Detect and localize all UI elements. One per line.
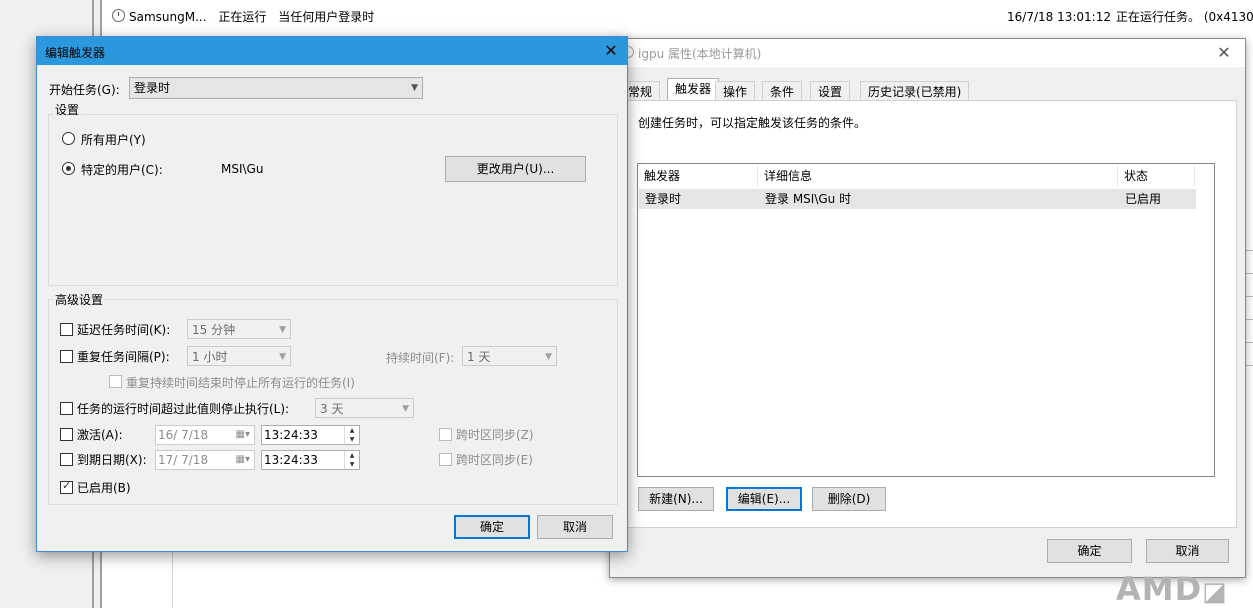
- tab-settings[interactable]: 设置: [810, 81, 851, 102]
- sync-timezone-a-label: 跨时区同步(Z): [456, 428, 534, 442]
- repeat-checkbox[interactable]: [60, 350, 73, 363]
- advanced-group-label: 高级设置: [53, 291, 106, 308]
- stop-repeat-label: 重复持续时间结束时停止所有运行的任务(I): [126, 376, 355, 390]
- details-cell: 登录 MSI\Gu 时: [765, 192, 852, 206]
- task-list-row[interactable]: SamsungM... 正在运行 当任何用户登录时: [112, 8, 374, 26]
- activate-date-value: 16/ 7/18: [158, 428, 209, 442]
- stop-longer-select[interactable]: 3 天 ▼: [315, 398, 414, 418]
- expire-checkbox[interactable]: [60, 453, 73, 466]
- stop-longer-label: 任务的运行时间超过此值则停止执行(L):: [77, 402, 290, 416]
- dialog-ok-button[interactable]: 确定: [454, 515, 530, 539]
- expire-date-value: 17/ 7/18: [158, 453, 209, 467]
- begin-task-label: 开始任务(G):: [49, 83, 120, 97]
- calendar-icon[interactable]: ▦▾: [236, 426, 250, 444]
- tab-history[interactable]: 历史记录(已禁用): [860, 81, 970, 102]
- delay-value: 15 分钟: [192, 323, 236, 337]
- delay-select[interactable]: 15 分钟 ▼: [187, 319, 291, 339]
- sync-timezone-e-label: 跨时区同步(E): [456, 453, 533, 467]
- stop-longer-value: 3 天: [320, 402, 344, 416]
- expire-time-input[interactable]: 13:24:33 ▲ ▼: [261, 450, 360, 470]
- activate-label: 激活(A):: [77, 428, 123, 442]
- repeat-label: 重复任务间隔(P):: [77, 350, 170, 364]
- triggers-description: 创建任务时，可以指定触发该任务的条件。: [638, 116, 867, 130]
- radio-all-users-label: 所有用户(Y): [81, 133, 146, 147]
- amd-logo: AMD◪: [1116, 570, 1228, 608]
- stop-longer-checkbox[interactable]: [60, 402, 73, 415]
- edit-trigger-dialog: 编辑触发器 ✕ 开始任务(G): 登录时 ▼ 设置 所有用户(Y) 特定的用户(…: [36, 36, 628, 552]
- dialog-title: 编辑触发器: [45, 46, 106, 60]
- sync-timezone-e-checkbox[interactable]: [439, 453, 452, 466]
- stop-repeat-checkbox[interactable]: [109, 375, 122, 388]
- trigger-cell: 登录时: [645, 192, 682, 206]
- delete-trigger-button[interactable]: 删除(D): [812, 487, 886, 511]
- chevron-down-icon: ▼: [279, 325, 286, 335]
- duration-value: 1 天: [467, 350, 491, 364]
- repeat-select[interactable]: 1 小时 ▼: [187, 346, 291, 366]
- triggers-table: 触发器 详细信息 状态 登录时 登录 MSI\Gu 时 已启用: [637, 163, 1215, 477]
- task-properties-window: igpu 属性(本地计算机) ✕ 常规 触发器 操作 条件 设置 历史记录(已禁…: [609, 38, 1246, 578]
- duration-label: 持续时间(F):: [386, 351, 455, 365]
- delay-checkbox[interactable]: [60, 323, 73, 336]
- task-name: SamsungM...: [129, 10, 207, 24]
- user-value: MSI\Gu: [221, 162, 264, 176]
- close-icon[interactable]: ✕: [597, 39, 625, 63]
- activate-time-value: 13:24:33: [264, 428, 318, 442]
- expire-label: 到期日期(X):: [77, 453, 147, 467]
- spinner-icon[interactable]: ▲ ▼: [344, 451, 359, 469]
- tab-actions[interactable]: 操作: [715, 81, 756, 102]
- enabled-checkbox[interactable]: [60, 479, 73, 494]
- settings-group-label: 设置: [53, 101, 82, 118]
- activate-checkbox[interactable]: [60, 428, 73, 441]
- edit-trigger-button[interactable]: 编辑(E)...: [726, 487, 802, 511]
- radio-specific-user[interactable]: [62, 162, 75, 175]
- chevron-down-icon: ▼: [279, 352, 286, 362]
- expire-time-value: 13:24:33: [264, 453, 318, 467]
- repeat-value: 1 小时: [192, 350, 228, 364]
- new-trigger-button[interactable]: 新建(N)...: [638, 487, 714, 511]
- triggers-tab-panel: 创建任务时，可以指定触发该任务的条件。 触发器 详细信息 状态 登录时 登录 M…: [619, 100, 1237, 528]
- task-status: 正在运行: [218, 10, 267, 24]
- amd-arrow-icon: ◪: [1202, 577, 1228, 607]
- activate-time-input[interactable]: 13:24:33 ▲ ▼: [261, 425, 360, 445]
- tab-conditions[interactable]: 条件: [762, 81, 803, 102]
- delay-label: 延迟任务时间(K):: [77, 323, 171, 337]
- properties-title: igpu 属性(本地计算机): [638, 47, 762, 61]
- dialog-cancel-button[interactable]: 取消: [537, 515, 613, 539]
- column-header-status[interactable]: 状态: [1118, 166, 1195, 186]
- close-icon[interactable]: ✕: [1210, 41, 1238, 65]
- chevron-down-icon: ▼: [545, 352, 552, 362]
- chevron-down-icon: ▼: [411, 83, 418, 93]
- expire-date-picker[interactable]: 17/ 7/18 ▦▾: [155, 450, 255, 470]
- change-user-button[interactable]: 更改用户(U)...: [445, 156, 586, 182]
- task-last-run: 16/7/18 13:01:12: [1007, 10, 1111, 24]
- task-clock-icon: [112, 9, 125, 22]
- amd-logo-text: AMD: [1116, 570, 1203, 608]
- status-cell: 已启用: [1125, 192, 1162, 206]
- duration-select[interactable]: 1 天 ▼: [462, 346, 557, 366]
- calendar-icon[interactable]: ▦▾: [236, 451, 250, 469]
- radio-specific-user-label: 特定的用户(C):: [81, 163, 163, 177]
- begin-task-value: 登录时: [134, 81, 171, 95]
- sync-timezone-a-checkbox[interactable]: [439, 428, 452, 441]
- properties-title-bar: igpu 属性(本地计算机) ✕: [610, 39, 1245, 67]
- activate-date-picker[interactable]: 16/ 7/18 ▦▾: [155, 425, 255, 445]
- radio-all-users[interactable]: [62, 132, 75, 145]
- chevron-down-icon: ▼: [402, 404, 409, 414]
- enabled-label: 已启用(B): [77, 481, 131, 495]
- column-header-trigger[interactable]: 触发器: [638, 166, 758, 186]
- task-trigger: 当任何用户登录时: [278, 10, 375, 24]
- column-header-details[interactable]: 详细信息: [758, 166, 1118, 186]
- task-result: 正在运行任务。 (0x41301: [1116, 10, 1253, 24]
- begin-task-select[interactable]: 登录时 ▼: [129, 77, 423, 99]
- table-row[interactable]: 登录时 登录 MSI\Gu 时 已启用: [639, 189, 1196, 209]
- properties-ok-button[interactable]: 确定: [1047, 539, 1132, 563]
- background-panel: [102, 545, 173, 608]
- dialog-title-bar: 编辑触发器 ✕: [37, 37, 627, 65]
- properties-cancel-button[interactable]: 取消: [1146, 539, 1229, 563]
- spinner-icon[interactable]: ▲ ▼: [344, 426, 359, 444]
